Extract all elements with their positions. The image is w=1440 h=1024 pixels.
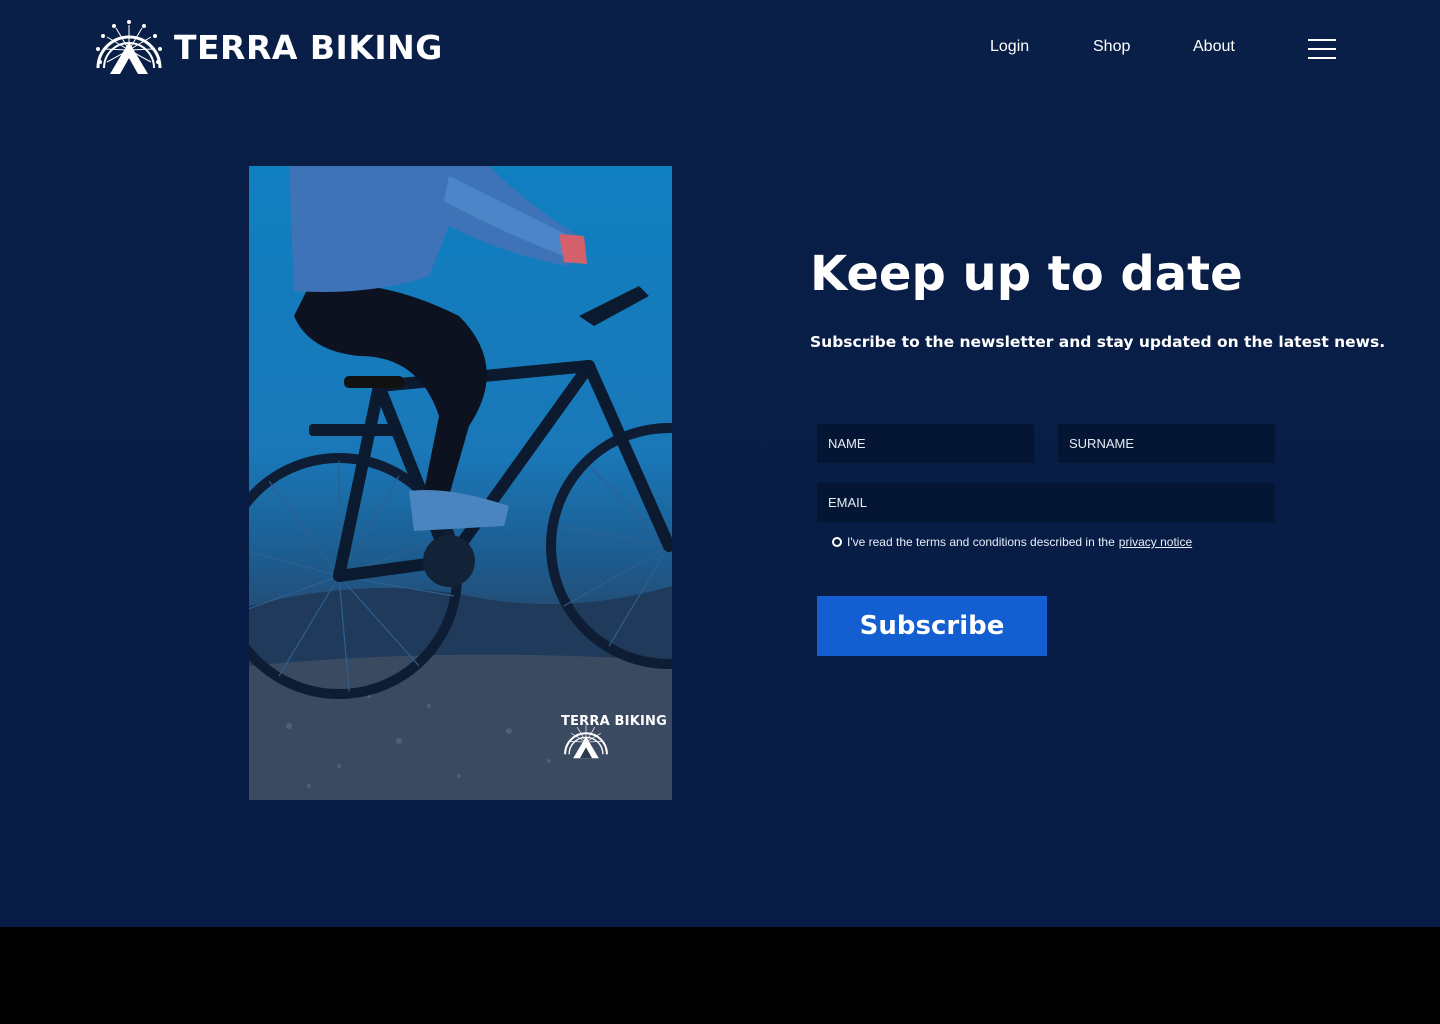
newsletter-subtitle: Subscribe to the newsletter and stay upd… [810, 333, 1386, 351]
surname-input[interactable] [1058, 424, 1275, 463]
brand-name: TERRA BIKING [174, 27, 443, 67]
photo-brand-badge: TERRA BIKING [561, 712, 667, 759]
footer-band [0, 927, 1440, 1024]
cyclist-photo: TERRA BIKING [249, 166, 672, 800]
terms-radio[interactable] [832, 537, 842, 547]
nav-shop-link[interactable]: Shop [1093, 38, 1130, 60]
brand[interactable]: TERRA BIKING [92, 18, 443, 76]
page-background: TERRA BIKING Login Shop About TERRA BIKI… [0, 0, 1440, 927]
subscribe-button[interactable]: Subscribe [817, 596, 1047, 656]
nav-about-link[interactable]: About [1193, 38, 1235, 60]
terms-consent: I've read the terms and conditions descr… [832, 535, 1192, 549]
newsletter-headline: Keep up to date [810, 246, 1243, 302]
cyclist-illustration-icon [249, 166, 672, 800]
terms-text: I've read the terms and conditions descr… [847, 535, 1115, 549]
hamburger-menu-icon[interactable] [1308, 39, 1336, 59]
bike-wheel-logo-icon [96, 20, 162, 74]
privacy-notice-link[interactable]: privacy notice [1119, 535, 1192, 549]
email-input[interactable] [817, 483, 1275, 522]
nav-login-link[interactable]: Login [990, 38, 1029, 60]
name-input[interactable] [817, 424, 1034, 463]
bike-wheel-logo-icon [564, 725, 608, 759]
